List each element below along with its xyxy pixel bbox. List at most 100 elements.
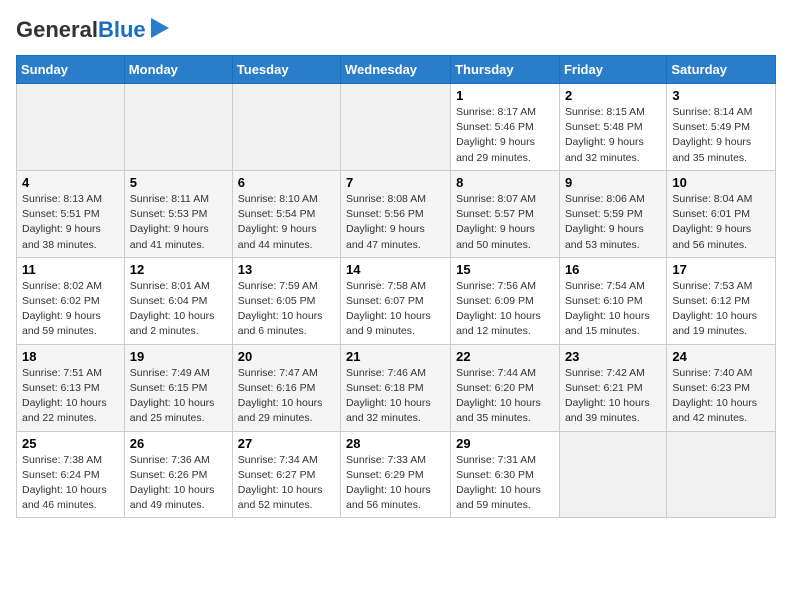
day-info: Sunrise: 7:58 AM Sunset: 6:07 PM Dayligh… <box>346 279 445 340</box>
day-info: Sunrise: 8:15 AM Sunset: 5:48 PM Dayligh… <box>565 105 661 166</box>
day-info: Sunrise: 7:31 AM Sunset: 6:30 PM Dayligh… <box>456 453 554 514</box>
calendar-cell: 18Sunrise: 7:51 AM Sunset: 6:13 PM Dayli… <box>17 344 125 431</box>
day-number: 25 <box>22 436 119 451</box>
calendar-cell: 28 Sunrise: 7:33 AM Sunset: 6:29 PM Dayli… <box>341 431 451 518</box>
calendar-cell: 25 Sunrise: 7:38 AM Sunset: 6:24 PM Dayli… <box>17 431 125 518</box>
calendar-cell: 2 Sunrise: 8:15 AM Sunset: 5:48 PM Daylig… <box>559 84 666 171</box>
day-number: 15 <box>456 262 554 277</box>
calendar-cell: 11 Sunrise: 8:02 AM Sunset: 6:02 PM Dayli… <box>17 257 125 344</box>
logo: GeneralBlue <box>16 16 169 43</box>
calendar-cell: 15 Sunrise: 7:56 AM Sunset: 6:09 PM Dayli… <box>451 257 560 344</box>
day-info: Sunrise: 8:10 AM Sunset: 5:54 PM Dayligh… <box>238 192 335 253</box>
calendar-cell <box>124 84 232 171</box>
calendar-cell: 3Sunrise: 8:14 AM Sunset: 5:49 PM Daylig… <box>667 84 776 171</box>
logo-blue: Blue <box>98 17 146 42</box>
calendar-cell: 13 Sunrise: 7:59 AM Sunset: 6:05 PM Dayli… <box>232 257 340 344</box>
day-info: Sunrise: 8:08 AM Sunset: 5:56 PM Dayligh… <box>346 192 445 253</box>
day-number: 6 <box>238 175 335 190</box>
day-number: 26 <box>130 436 227 451</box>
calendar-cell: 20 Sunrise: 7:47 AM Sunset: 6:16 PM Dayli… <box>232 344 340 431</box>
page-header: GeneralBlue <box>16 16 776 43</box>
calendar-cell: 5 Sunrise: 8:11 AM Sunset: 5:53 PM Daylig… <box>124 170 232 257</box>
calendar-cell: 12Sunrise: 8:01 AM Sunset: 6:04 PM Dayli… <box>124 257 232 344</box>
day-info: Sunrise: 7:53 AM Sunset: 6:12 PM Dayligh… <box>672 279 770 340</box>
column-header-saturday: Saturday <box>667 56 776 84</box>
calendar-cell: 27 Sunrise: 7:34 AM Sunset: 6:27 PM Dayli… <box>232 431 340 518</box>
calendar-cell: 9 Sunrise: 8:06 AM Sunset: 5:59 PM Daylig… <box>559 170 666 257</box>
day-info: Sunrise: 8:04 AM Sunset: 6:01 PM Dayligh… <box>672 192 770 253</box>
calendar-header-row: SundayMondayTuesdayWednesdayThursdayFrid… <box>17 56 776 84</box>
column-header-sunday: Sunday <box>17 56 125 84</box>
calendar-cell: 17 Sunrise: 7:53 AM Sunset: 6:12 PM Dayli… <box>667 257 776 344</box>
day-info: Sunrise: 7:34 AM Sunset: 6:27 PM Dayligh… <box>238 453 335 514</box>
day-info: Sunrise: 7:54 AM Sunset: 6:10 PM Dayligh… <box>565 279 661 340</box>
day-number: 5 <box>130 175 227 190</box>
day-number: 19 <box>130 349 227 364</box>
calendar-table: SundayMondayTuesdayWednesdayThursdayFrid… <box>16 55 776 518</box>
day-number: 2 <box>565 88 661 103</box>
calendar-cell: 24 Sunrise: 7:40 AM Sunset: 6:23 PM Dayli… <box>667 344 776 431</box>
column-header-friday: Friday <box>559 56 666 84</box>
calendar-cell: 16Sunrise: 7:54 AM Sunset: 6:10 PM Dayli… <box>559 257 666 344</box>
day-number: 22 <box>456 349 554 364</box>
day-number: 28 <box>346 436 445 451</box>
day-number: 9 <box>565 175 661 190</box>
calendar-cell: 6 Sunrise: 8:10 AM Sunset: 5:54 PM Daylig… <box>232 170 340 257</box>
logo-text: GeneralBlue <box>16 19 146 41</box>
day-number: 23 <box>565 349 661 364</box>
calendar-cell: 26Sunrise: 7:36 AM Sunset: 6:26 PM Dayli… <box>124 431 232 518</box>
day-number: 27 <box>238 436 335 451</box>
day-info: Sunrise: 7:40 AM Sunset: 6:23 PM Dayligh… <box>672 366 770 427</box>
column-header-wednesday: Wednesday <box>341 56 451 84</box>
day-info: Sunrise: 7:56 AM Sunset: 6:09 PM Dayligh… <box>456 279 554 340</box>
calendar-week-row: 4 Sunrise: 8:13 AM Sunset: 5:51 PM Daylig… <box>17 170 776 257</box>
calendar-cell: 21 Sunrise: 7:46 AM Sunset: 6:18 PM Dayli… <box>341 344 451 431</box>
calendar-cell <box>17 84 125 171</box>
day-info: Sunrise: 8:14 AM Sunset: 5:49 PM Dayligh… <box>672 105 770 166</box>
day-info: Sunrise: 8:07 AM Sunset: 5:57 PM Dayligh… <box>456 192 554 253</box>
day-info: Sunrise: 7:38 AM Sunset: 6:24 PM Dayligh… <box>22 453 119 514</box>
calendar-cell: 22Sunrise: 7:44 AM Sunset: 6:20 PM Dayli… <box>451 344 560 431</box>
day-info: Sunrise: 7:33 AM Sunset: 6:29 PM Dayligh… <box>346 453 445 514</box>
day-number: 13 <box>238 262 335 277</box>
calendar-cell: 29Sunrise: 7:31 AM Sunset: 6:30 PM Dayli… <box>451 431 560 518</box>
calendar-cell: 8 Sunrise: 8:07 AM Sunset: 5:57 PM Daylig… <box>451 170 560 257</box>
day-number: 4 <box>22 175 119 190</box>
day-number: 21 <box>346 349 445 364</box>
day-number: 8 <box>456 175 554 190</box>
column-header-tuesday: Tuesday <box>232 56 340 84</box>
day-info: Sunrise: 7:59 AM Sunset: 6:05 PM Dayligh… <box>238 279 335 340</box>
calendar-cell: 10 Sunrise: 8:04 AM Sunset: 6:01 PM Dayli… <box>667 170 776 257</box>
day-number: 14 <box>346 262 445 277</box>
day-info: Sunrise: 7:49 AM Sunset: 6:15 PM Dayligh… <box>130 366 227 427</box>
day-info: Sunrise: 8:01 AM Sunset: 6:04 PM Dayligh… <box>130 279 227 340</box>
day-info: Sunrise: 8:17 AM Sunset: 5:46 PM Dayligh… <box>456 105 554 166</box>
day-info: Sunrise: 8:11 AM Sunset: 5:53 PM Dayligh… <box>130 192 227 253</box>
day-number: 11 <box>22 262 119 277</box>
calendar-cell <box>559 431 666 518</box>
calendar-cell: 7 Sunrise: 8:08 AM Sunset: 5:56 PM Daylig… <box>341 170 451 257</box>
day-number: 1 <box>456 88 554 103</box>
calendar-week-row: 18Sunrise: 7:51 AM Sunset: 6:13 PM Dayli… <box>17 344 776 431</box>
column-header-thursday: Thursday <box>451 56 560 84</box>
day-info: Sunrise: 7:47 AM Sunset: 6:16 PM Dayligh… <box>238 366 335 427</box>
day-number: 20 <box>238 349 335 364</box>
calendar-cell: 1 Sunrise: 8:17 AM Sunset: 5:46 PM Daylig… <box>451 84 560 171</box>
day-info: Sunrise: 8:06 AM Sunset: 5:59 PM Dayligh… <box>565 192 661 253</box>
day-number: 18 <box>22 349 119 364</box>
calendar-cell: 23Sunrise: 7:42 AM Sunset: 6:21 PM Dayli… <box>559 344 666 431</box>
calendar-week-row: 11 Sunrise: 8:02 AM Sunset: 6:02 PM Dayli… <box>17 257 776 344</box>
calendar-cell <box>667 431 776 518</box>
calendar-week-row: 1 Sunrise: 8:17 AM Sunset: 5:46 PM Daylig… <box>17 84 776 171</box>
day-info: Sunrise: 7:46 AM Sunset: 6:18 PM Dayligh… <box>346 366 445 427</box>
logo-arrow-icon <box>151 18 169 38</box>
day-info: Sunrise: 8:13 AM Sunset: 5:51 PM Dayligh… <box>22 192 119 253</box>
column-header-monday: Monday <box>124 56 232 84</box>
calendar-cell: 14 Sunrise: 7:58 AM Sunset: 6:07 PM Dayli… <box>341 257 451 344</box>
day-number: 17 <box>672 262 770 277</box>
day-number: 24 <box>672 349 770 364</box>
day-info: Sunrise: 8:02 AM Sunset: 6:02 PM Dayligh… <box>22 279 119 340</box>
day-number: 10 <box>672 175 770 190</box>
calendar-week-row: 25 Sunrise: 7:38 AM Sunset: 6:24 PM Dayli… <box>17 431 776 518</box>
day-number: 7 <box>346 175 445 190</box>
